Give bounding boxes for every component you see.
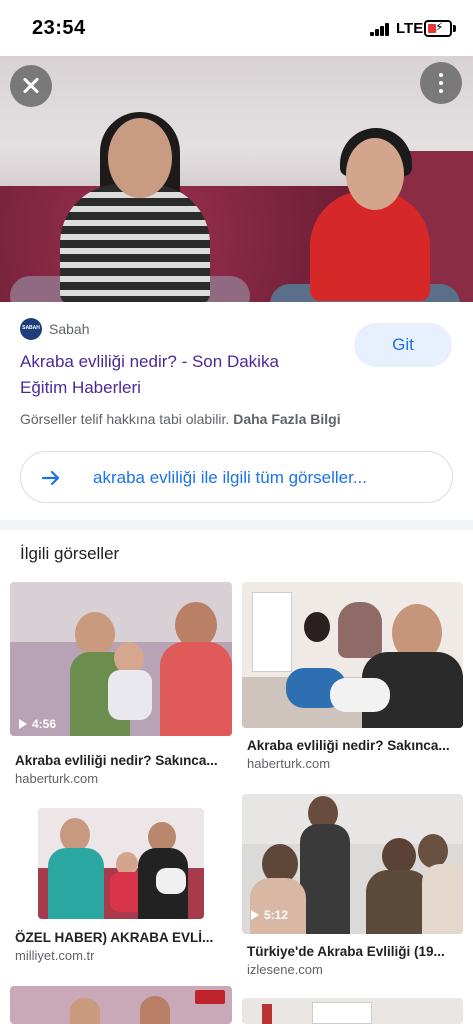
more-vert-icon[interactable]: [420, 62, 462, 104]
all-images-button[interactable]: akraba evliliği ile ilgili tüm görseller…: [20, 451, 453, 503]
video-duration: 4:56: [32, 717, 57, 731]
more-info-link[interactable]: Daha Fazla Bilgi: [233, 411, 340, 427]
signal-icon: [370, 23, 390, 36]
close-icon[interactable]: [10, 65, 52, 107]
related-domain: haberturk.com: [247, 756, 331, 771]
source-name: Sabah: [49, 321, 90, 337]
visit-button[interactable]: Git: [354, 323, 452, 367]
related-thumbnail: 4:56: [10, 582, 232, 736]
related-title: Akraba evliliği nedir? Sakınca...: [247, 738, 450, 753]
related-domain: haberturk.com: [15, 771, 99, 786]
play-icon: [19, 719, 27, 729]
all-images-label: akraba evliliği ile ilgili tüm görseller…: [93, 468, 368, 487]
battery-icon: ⚡: [424, 20, 452, 37]
related-domain: milliyet.com.tr: [15, 948, 95, 963]
related-thumbnail: [242, 582, 463, 728]
copyright-text: Görseller telif hakkına tabi olabilir.: [20, 411, 230, 427]
battery-tip: [453, 25, 456, 32]
arrow-right-icon: [41, 470, 60, 486]
related-item[interactable]: 4:56 Akraba evliliği nedir? Sakınca... h…: [10, 582, 232, 790]
related-thumbnail: [38, 808, 204, 919]
related-item[interactable]: Akraba evliliği nedir? Sakınca... habert…: [242, 582, 463, 772]
video-duration: 5:12: [264, 908, 289, 922]
status-bar: 23:54 LTE ⚡: [0, 0, 473, 56]
related-thumbnail: 5:12: [242, 794, 463, 934]
hero-image[interactable]: [0, 56, 473, 302]
copyright-notice: Görseller telif hakkına tabi olabilir. D…: [20, 411, 341, 427]
result-title-link[interactable]: Akraba evliliği nedir? - Son Dakika Eğit…: [20, 349, 320, 401]
related-title: ÖZEL HABER) AKRABA EVLİ...: [15, 930, 214, 945]
network-type: LTE: [396, 20, 424, 37]
source-logo: SABAH: [20, 318, 42, 340]
status-time: 23:54: [32, 17, 86, 39]
related-item[interactable]: 5:12 Türkiye'de Akraba Evliliği (19... i…: [242, 794, 463, 984]
related-title: Akraba evliliği nedir? Sakınca...: [15, 753, 218, 768]
related-item[interactable]: [242, 998, 463, 1024]
play-icon: [251, 910, 259, 920]
related-heading: İlgili görseller: [20, 544, 120, 563]
related-thumbnail: [242, 998, 463, 1024]
section-divider: [0, 520, 473, 530]
related-title: Türkiye'de Akraba Evliliği (19...: [247, 944, 445, 959]
related-item[interactable]: ÖZEL HABER) AKRABA EVLİ... milliyet.com.…: [10, 808, 232, 968]
related-thumbnail: [10, 986, 232, 1024]
related-domain: izlesene.com: [247, 962, 323, 977]
related-item[interactable]: [10, 986, 232, 1024]
